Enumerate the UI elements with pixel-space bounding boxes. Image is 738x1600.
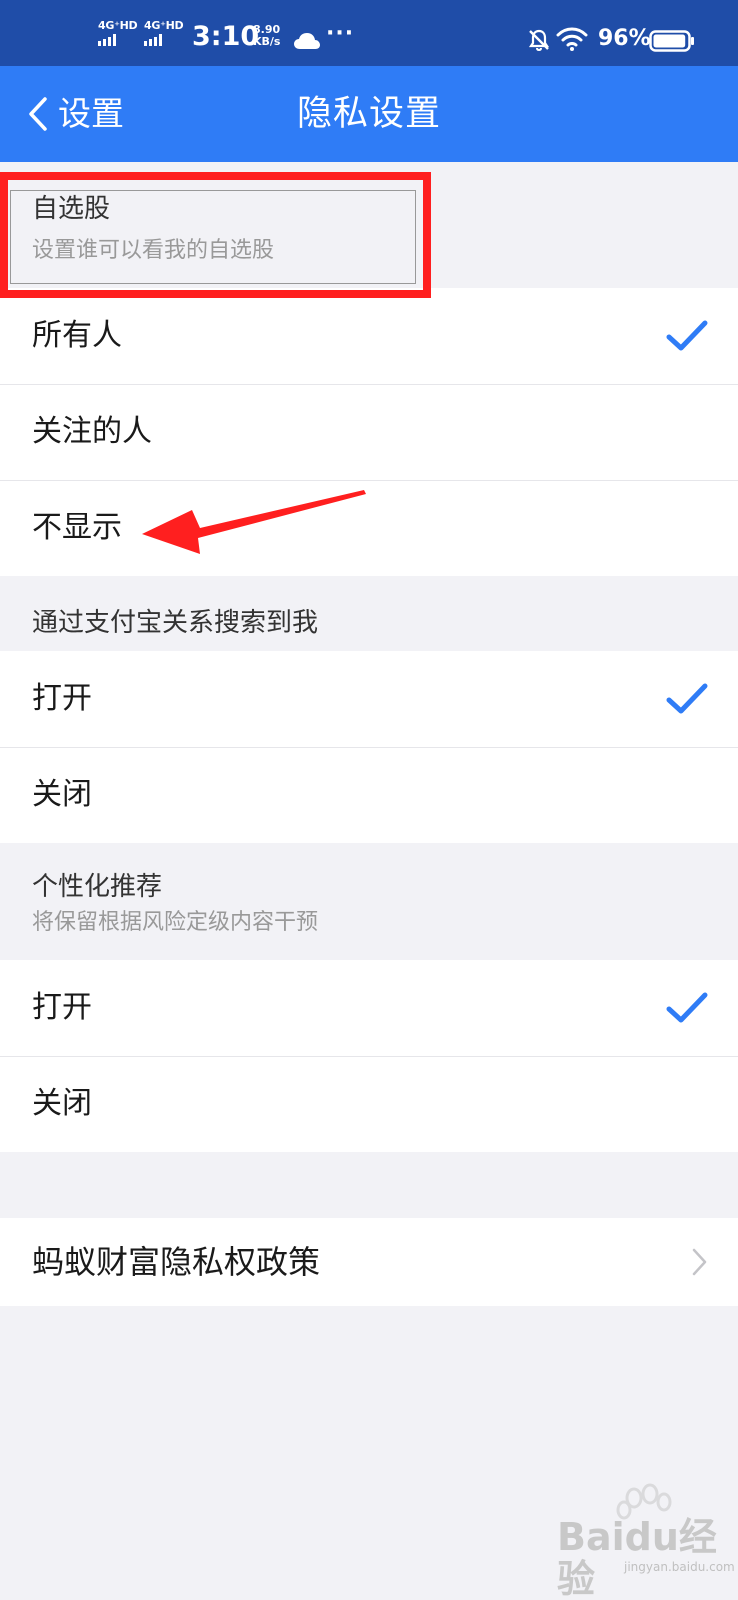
section-subtitle: 将保留根据风险定级内容干预	[32, 910, 319, 935]
signal-2: 4G⁺HD	[144, 19, 184, 46]
option-label: 关闭	[32, 1086, 92, 1121]
bell-muted-icon	[528, 29, 550, 52]
option-label: 关注的人	[32, 414, 152, 449]
annotation-arrow-icon	[142, 490, 366, 554]
option-followed[interactable]: 关注的人	[0, 384, 738, 480]
network-type-1: 4G⁺HD	[98, 19, 138, 32]
more-notifications-icon: ···	[326, 21, 355, 46]
privacy-policy-link[interactable]: 蚂蚁财富隐私权政策	[0, 1218, 738, 1306]
cloud-weather-icon	[294, 33, 320, 49]
option-on[interactable]: 打开	[0, 651, 738, 747]
option-on[interactable]: 打开	[0, 960, 738, 1056]
back-button[interactable]: 设置	[26, 92, 124, 136]
section-title: 个性化推荐	[32, 872, 163, 902]
chevron-right-icon	[692, 1248, 707, 1276]
network-type-2: 4G⁺HD	[144, 19, 184, 32]
wifi-icon	[556, 27, 588, 51]
alipay-search-section-header: 通过支付宝关系搜索到我	[0, 606, 738, 640]
policy-label: 蚂蚁财富隐私权政策	[32, 1243, 321, 1281]
signal-1: 4G⁺HD	[98, 19, 138, 46]
alipay-search-options: 打开 关闭	[0, 651, 738, 843]
personalized-section-header: 个性化推荐 将保留根据风险定级内容干预	[0, 870, 738, 938]
option-off[interactable]: 关闭	[0, 1056, 738, 1152]
option-label: 打开	[32, 990, 92, 1025]
annotation-highlight-box	[0, 172, 431, 298]
speed-unit: KB/s	[253, 35, 281, 48]
personalized-options: 打开 关闭	[0, 960, 738, 1152]
watermark-text: Baidu经验	[557, 1515, 717, 1600]
option-label: 打开	[32, 681, 92, 716]
signal-bars-icon	[144, 34, 183, 46]
back-label: 设置	[58, 94, 124, 133]
section-title: 通过支付宝关系搜索到我	[32, 608, 319, 638]
battery-icon	[649, 30, 694, 52]
option-everyone[interactable]: 所有人	[0, 288, 738, 384]
checkmark-icon	[666, 683, 708, 714]
status-bar: 4G⁺HD 4G⁺HD 3:10 8.90 KB/s ··· 96%	[0, 0, 738, 66]
signal-bars-icon	[98, 34, 137, 46]
chevron-left-icon	[29, 97, 47, 131]
option-label: 不显示	[32, 510, 122, 545]
battery-percent: 96%	[598, 26, 651, 51]
option-label: 所有人	[32, 318, 122, 353]
network-speed: 8.90 KB/s	[253, 24, 280, 48]
checkmark-icon	[666, 320, 708, 351]
option-off[interactable]: 关闭	[0, 747, 738, 843]
clock: 3:10	[192, 21, 260, 52]
navigation-bar: 隐私设置 设置	[0, 66, 738, 162]
policy-group: 蚂蚁财富隐私权政策	[0, 1218, 738, 1306]
watermark-subtext: jingyan.baidu.com	[624, 1560, 735, 1574]
option-label: 关闭	[32, 777, 92, 812]
checkmark-icon	[666, 992, 708, 1023]
